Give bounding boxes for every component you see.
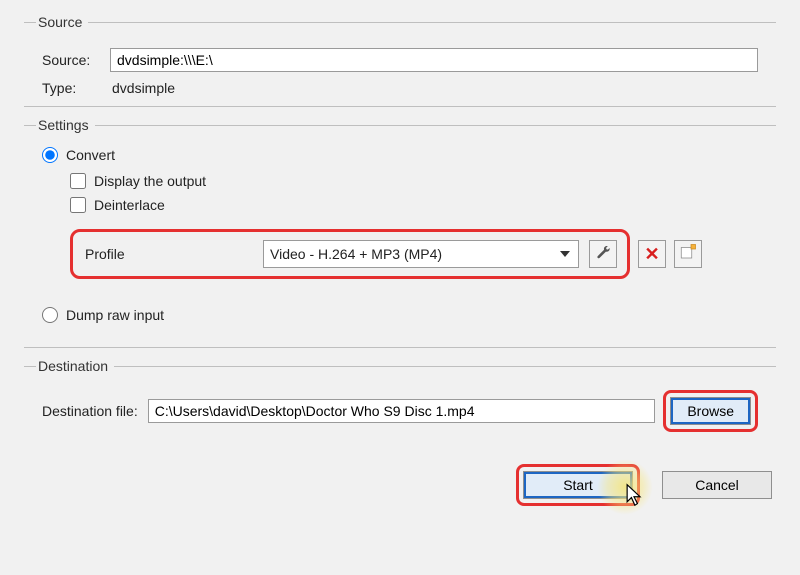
profile-row: Profile Video - H.264 + MP3 (MP4) ✕	[70, 229, 758, 279]
convert-radio-row[interactable]: Convert	[42, 147, 758, 163]
profile-select[interactable]: Video - H.264 + MP3 (MP4)	[263, 240, 579, 268]
type-value: dvdsimple	[110, 80, 175, 96]
source-legend: Source	[36, 14, 88, 30]
destination-file-input[interactable]	[148, 399, 656, 423]
profile-selected-text: Video - H.264 + MP3 (MP4)	[270, 246, 442, 262]
convert-radio[interactable]	[42, 147, 58, 163]
delete-profile-button[interactable]: ✕	[638, 240, 666, 268]
source-label: Source:	[42, 52, 102, 68]
cancel-button[interactable]: Cancel	[662, 471, 772, 499]
deinterlace-label: Deinterlace	[94, 197, 165, 213]
convert-dialog: Source Source: Type: dvdsimple Settings …	[0, 0, 800, 575]
type-row: Type: dvdsimple	[42, 80, 758, 96]
source-row: Source:	[42, 48, 758, 72]
display-output-label: Display the output	[94, 173, 206, 189]
destination-group: Destination Destination file: Browse	[24, 358, 776, 446]
convert-label: Convert	[66, 147, 115, 163]
edit-profile-button[interactable]	[589, 240, 617, 268]
new-profile-button[interactable]	[674, 240, 702, 268]
wrench-icon	[595, 244, 611, 264]
close-icon: ✕	[644, 244, 659, 265]
deinterlace-checkbox[interactable]	[70, 197, 86, 213]
settings-legend: Settings	[36, 117, 95, 133]
display-output-row[interactable]: Display the output	[70, 173, 758, 189]
dump-radio[interactable]	[42, 307, 58, 323]
dump-label: Dump raw input	[66, 307, 164, 323]
destination-legend: Destination	[36, 358, 114, 374]
browse-button[interactable]: Browse	[670, 397, 751, 425]
profile-label: Profile	[83, 246, 253, 262]
destination-label: Destination file:	[42, 403, 138, 419]
destination-row: Destination file: Browse	[42, 390, 758, 432]
type-label: Type:	[42, 80, 102, 96]
start-highlight: Start	[516, 464, 640, 506]
display-output-checkbox[interactable]	[70, 173, 86, 189]
deinterlace-row[interactable]: Deinterlace	[70, 197, 758, 213]
source-input[interactable]	[110, 48, 758, 72]
settings-group: Settings Convert Display the output Dein…	[24, 117, 776, 348]
new-profile-icon	[679, 243, 697, 265]
dump-radio-row[interactable]: Dump raw input	[42, 307, 758, 323]
source-group: Source Source: Type: dvdsimple	[24, 14, 776, 107]
convert-options: Display the output Deinterlace Profile V…	[70, 173, 758, 279]
profile-highlight: Profile Video - H.264 + MP3 (MP4)	[70, 229, 630, 279]
chevron-down-icon	[560, 251, 570, 257]
dialog-footer: Start Cancel	[24, 456, 776, 506]
browse-highlight: Browse	[663, 390, 758, 432]
start-button[interactable]: Start	[523, 471, 633, 499]
